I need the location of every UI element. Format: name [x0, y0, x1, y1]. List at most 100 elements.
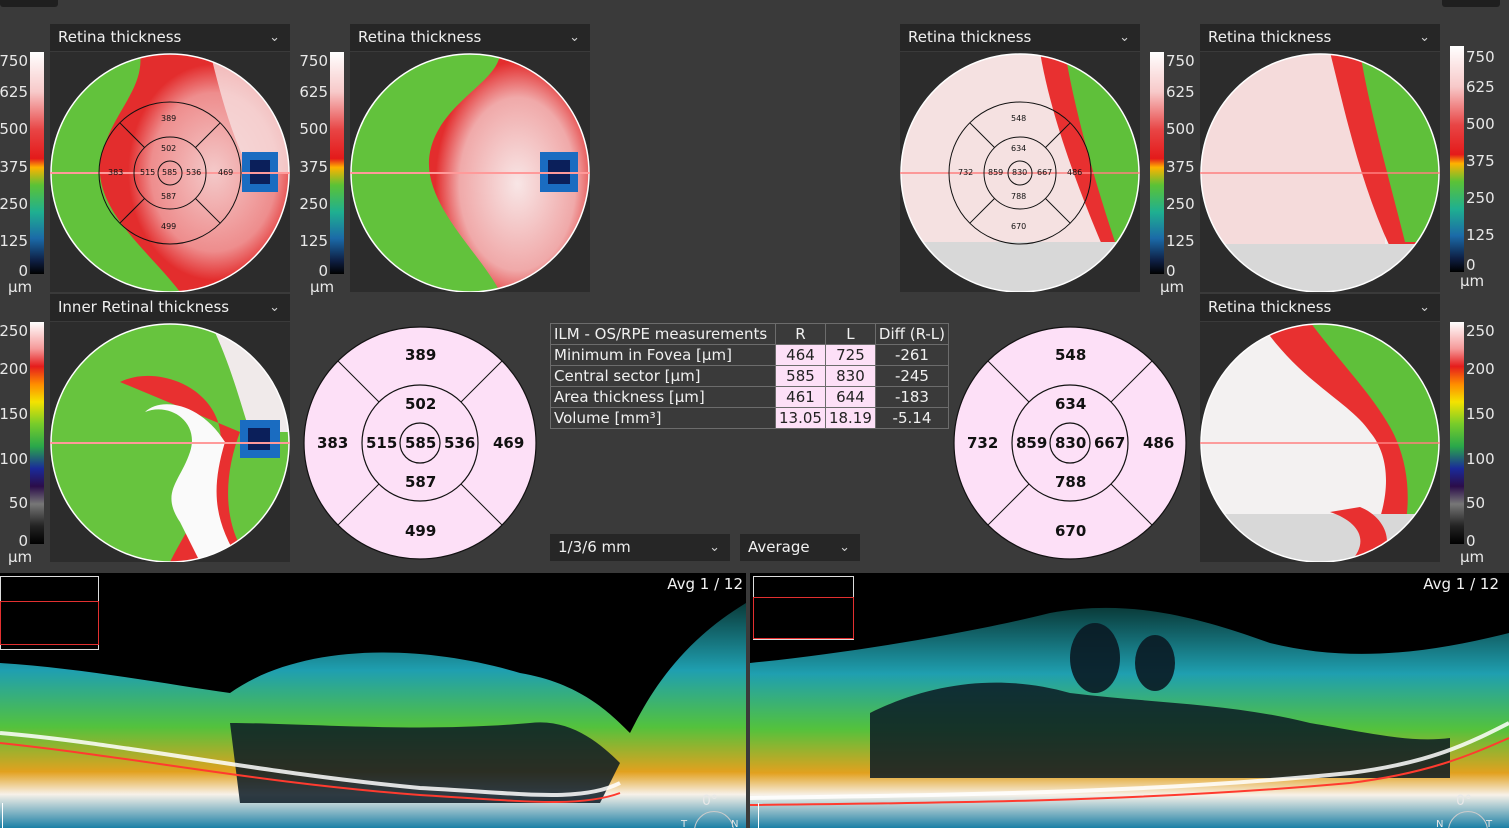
oct-bscan-left-eye[interactable]: Avg 1 / 12 0° N T [750, 573, 1509, 828]
value-l: 644 [824, 386, 876, 408]
map-type-label: Inner Retinal thickness [58, 298, 230, 316]
map-grid-value: 670 [1011, 222, 1027, 231]
thickness-scale-r1: 750 625 500 375 250 125 0 µm [0, 52, 50, 296]
map-grid-value: 515 [140, 168, 156, 177]
header-cell: L [824, 323, 876, 345]
grid-value-inner-left: 859 [1016, 434, 1048, 452]
measurements-table: ILM - OS/RPE measurements R L Diff (R-L)… [550, 323, 950, 429]
direction-label-t: T [681, 819, 688, 828]
grid-value-outer-bottom: 499 [405, 522, 437, 540]
thickness-scale-l1: 750 625 500 375 250 125 0 µm [1148, 52, 1198, 296]
chevron-down-icon: ⌄ [569, 30, 580, 45]
map-grid-value: 788 [1011, 192, 1027, 201]
table-header: ILM - OS/RPE measurements R L Diff (R-L) [550, 323, 950, 345]
value-r: 464 [775, 344, 826, 366]
value-r: 461 [775, 386, 826, 408]
value-diff: -5.14 [874, 407, 950, 429]
thickness-map-right-eye-2[interactable] [350, 52, 590, 292]
row-label: Area thickness [µm] [550, 386, 776, 408]
mode-value: Average [748, 538, 810, 556]
grid-value-outer-left: 383 [317, 434, 349, 452]
map-type-select-l1[interactable]: Retina thickness ⌄ [900, 24, 1140, 51]
map-grid-value: 859 [988, 168, 1004, 177]
value-diff: -261 [874, 344, 950, 366]
grid-size-select[interactable]: 1/3/6 mm ⌄ [550, 534, 730, 561]
map-type-label: Retina thickness [1208, 28, 1332, 46]
map-grid-value: 587 [161, 192, 177, 201]
map-type-select-l3[interactable]: Retina thickness ⌄ [1200, 294, 1440, 321]
map-type-select-r3[interactable]: Inner Retinal thickness ⌄ [50, 294, 290, 321]
grid-value-outer-top: 389 [405, 346, 437, 364]
angle-readout: 0° [1456, 793, 1472, 809]
average-indicator: Avg 1 / 12 [1423, 575, 1499, 593]
mode-select[interactable]: Average ⌄ [740, 534, 860, 561]
map-grid-value: 536 [186, 168, 202, 177]
grid-value-outer-left: 732 [967, 434, 999, 452]
map-grid-value: 634 [1011, 144, 1027, 153]
oct-bscan-right-eye[interactable]: Avg 1 / 12 0° T N [0, 573, 746, 828]
value-r: 13.05 [775, 407, 826, 429]
table-row: Area thickness [µm] 461 644 -183 [550, 386, 950, 408]
top-right-button[interactable] [1442, 0, 1500, 7]
chevron-down-icon: ⌄ [1419, 300, 1430, 315]
thickness-map-left-eye-3[interactable] [1200, 322, 1440, 562]
thickness-scale-r2: 750 625 500 375 250 125 0 µm [299, 52, 350, 296]
map-grid-value: 389 [161, 114, 177, 123]
grid-value-inner-bottom: 788 [1055, 473, 1087, 491]
grid-value-inner-bottom: 587 [405, 473, 437, 491]
chevron-down-icon: ⌄ [839, 540, 850, 555]
value-l: 725 [824, 344, 876, 366]
grid-value-inner-left: 515 [366, 434, 398, 452]
top-left-button[interactable] [0, 0, 58, 7]
thickness-scale-l3: 250 200 150 100 50 0 µm [1448, 322, 1509, 566]
map-grid-value: 383 [108, 168, 124, 177]
thickness-map-left-eye[interactable]: 548 634 732 859 830 667 486 788 670 [900, 52, 1140, 292]
row-label: Central sector [µm] [550, 365, 776, 387]
grid-value-outer-right: 486 [1143, 434, 1175, 452]
scan-position-marker [753, 597, 854, 639]
grid-value-outer-bottom: 670 [1055, 522, 1087, 540]
grid-value-inner-right: 536 [444, 434, 476, 452]
chevron-down-icon: ⌄ [709, 540, 720, 555]
grid-value-inner-top: 634 [1055, 395, 1087, 413]
thickness-scale-l2: 750 625 500 375 250 125 0 µm [1448, 46, 1509, 290]
grid-value-inner-right: 667 [1094, 434, 1126, 452]
header-cell: R [775, 323, 826, 345]
etdrs-grid-right-eye: 389 502 383 515 585 536 469 587 499 [302, 326, 538, 562]
angle-readout: 0° [702, 793, 718, 809]
grid-value-inner-top: 502 [405, 395, 437, 413]
map-grid-value: 830 [1012, 168, 1028, 177]
table-row: Minimum in Fovea [µm] 464 725 -261 [550, 344, 950, 366]
thickness-map-right-eye[interactable]: 389 502 383 515 585 536 469 587 499 [50, 52, 290, 292]
direction-label-n: N [1436, 819, 1444, 828]
map-grid-value: 502 [161, 144, 177, 153]
value-diff: -245 [874, 365, 950, 387]
map-grid-value: 585 [162, 168, 178, 177]
thickness-map-left-eye-2[interactable] [1200, 52, 1440, 292]
map-type-select-l2[interactable]: Retina thickness ⌄ [1200, 24, 1440, 51]
grid-size-value: 1/3/6 mm [558, 538, 631, 556]
grid-value-center: 585 [405, 434, 437, 452]
grid-value-center: 830 [1055, 434, 1087, 452]
inner-retina-map-right-eye[interactable] [50, 322, 290, 562]
average-indicator: Avg 1 / 12 [667, 575, 743, 593]
scale-bar [758, 803, 759, 828]
value-l: 18.19 [824, 407, 876, 429]
grid-value-outer-right: 469 [493, 434, 525, 452]
header-cell: Diff (R-L) [874, 323, 950, 345]
map-type-label: Retina thickness [358, 28, 482, 46]
inner-retina-scale-r: 250 200 150 100 50 0 µm [0, 322, 50, 566]
row-label: Volume [mm³] [550, 407, 776, 429]
map-type-select-r2[interactable]: Retina thickness ⌄ [350, 24, 590, 51]
chevron-down-icon: ⌄ [269, 300, 280, 315]
header-cell: ILM - OS/RPE measurements [550, 323, 776, 345]
map-type-label: Retina thickness [1208, 298, 1332, 316]
value-diff: -183 [874, 386, 950, 408]
map-type-select-r1[interactable]: Retina thickness ⌄ [50, 24, 290, 51]
chevron-down-icon: ⌄ [1419, 30, 1430, 45]
scan-position-marker [0, 601, 99, 645]
scale-bar [2, 803, 3, 828]
map-grid-value: 469 [218, 168, 234, 177]
map-grid-value: 732 [958, 168, 974, 177]
grid-value-outer-top: 548 [1055, 346, 1087, 364]
